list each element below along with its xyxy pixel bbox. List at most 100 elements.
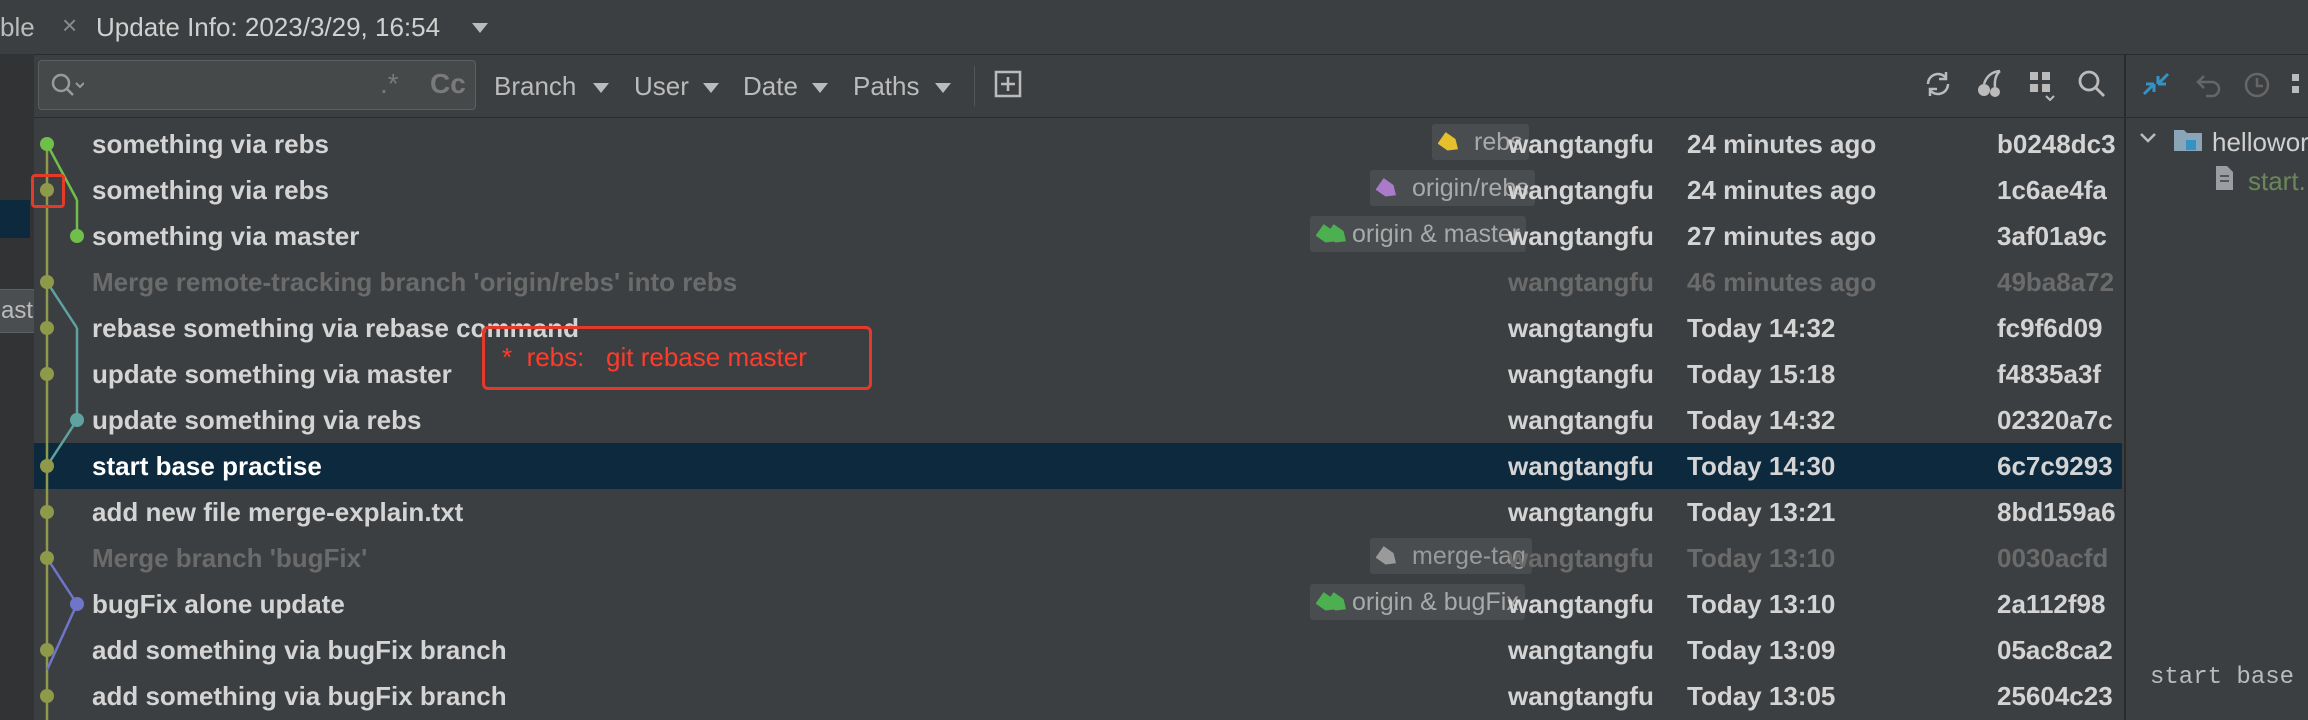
annotation-text: * rebs: git rebase master xyxy=(502,342,807,372)
tab-update-info[interactable]: Update Info: 2023/3/29, 16:54 xyxy=(96,12,440,43)
commit-message: Merge branch 'bugFix' xyxy=(92,543,368,573)
commit-date: Today 14:32 xyxy=(1687,313,1836,343)
cherry-pick-icon[interactable] xyxy=(1974,66,2006,102)
commit-row[interactable]: something via master origin & master wangt… xyxy=(34,213,2122,259)
commit-author: wangtangfu xyxy=(1508,543,1654,573)
tag-icon xyxy=(1438,132,1459,151)
commit-author: wangtangfu xyxy=(1508,451,1654,481)
commit-hash: 25604c23 xyxy=(1997,681,2113,711)
graph-node xyxy=(40,367,54,381)
commit-date: Today 13:10 xyxy=(1687,543,1836,573)
commit-date: 24 minutes ago xyxy=(1687,129,1877,159)
new-tab-icon[interactable] xyxy=(992,66,1024,102)
collapse-icon[interactable] xyxy=(2140,68,2172,102)
commit-row[interactable]: Merge branch 'bugFix' merge-tag wangtangfu… xyxy=(34,535,2122,581)
commit-row[interactable]: add new file merge-explain.txt wangtangfu… xyxy=(34,489,2122,535)
layout-options-icon[interactable] xyxy=(2026,66,2058,102)
graph-node xyxy=(70,413,84,427)
tree-root-label[interactable]: hellowor xyxy=(2212,127,2308,158)
commit-hash: fc9f6d09 xyxy=(1997,313,2103,343)
commit-row[interactable]: update something via rebs wangtangfu Today… xyxy=(34,397,2122,443)
commit-date: Today 13:21 xyxy=(1687,497,1836,527)
graph-node xyxy=(40,551,54,565)
history-icon[interactable] xyxy=(2242,70,2272,100)
regex-toggle-button[interactable]: .* xyxy=(380,68,399,100)
commit-date: 27 minutes ago xyxy=(1687,221,1877,251)
annotation-node-highlight xyxy=(31,174,65,208)
toolbar-divider xyxy=(974,66,975,106)
commit-message: add new file merge-explain.txt xyxy=(92,497,464,527)
grid-icon[interactable] xyxy=(2290,72,2308,100)
commit-hash: 02320a7c xyxy=(1997,405,2113,435)
commit-message: update something via master xyxy=(92,359,452,389)
commit-row[interactable]: bugFix alone update origin & bugFix wangta… xyxy=(34,581,2122,627)
commit-date: Today 14:32 xyxy=(1687,405,1836,435)
refresh-icon[interactable] xyxy=(1922,66,1954,102)
user-filter[interactable]: User xyxy=(634,71,689,102)
commit-date: 46 minutes ago xyxy=(1687,267,1877,297)
commit-date: Today 14:30 xyxy=(1687,451,1836,481)
commit-message: bugFix alone update xyxy=(92,589,345,619)
commit-row[interactable]: something via rebs origin/rebs wangtangfu 2… xyxy=(34,167,2122,213)
commit-author: wangtangfu xyxy=(1508,221,1654,251)
commit-author: wangtangfu xyxy=(1508,405,1654,435)
commit-hash: 49ba8a72 xyxy=(1997,267,2115,297)
search-log-icon[interactable] xyxy=(2076,66,2108,102)
graph-node xyxy=(40,505,54,519)
commit-date: Today 15:18 xyxy=(1687,359,1836,389)
commit-author: wangtangfu xyxy=(1508,359,1654,389)
commit-message: something via master xyxy=(92,221,360,251)
undo-icon[interactable] xyxy=(2192,70,2222,100)
graph-edge-bugfix xyxy=(45,603,79,671)
commit-author: wangtangfu xyxy=(1508,589,1654,619)
folder-icon xyxy=(2174,130,2202,151)
commit-row[interactable]: update something via master wangtangfu Tod… xyxy=(34,351,2122,397)
commit-author: wangtangfu xyxy=(1508,129,1654,159)
commit-hash: 1c6ae4fa xyxy=(1997,175,2107,205)
commit-message: something via rebs xyxy=(92,175,329,205)
graph-node xyxy=(40,321,54,335)
ref-name: origin & bugFix xyxy=(1352,588,1519,616)
commit-row[interactable]: start base practise wangtangfu Today 14:30… xyxy=(34,443,2122,489)
tag-icon xyxy=(1316,592,1347,611)
commit-hash: 05ac8ca2 xyxy=(1997,635,2113,665)
date-filter-label: Date xyxy=(743,71,798,101)
commit-hash: f4835a3f xyxy=(1997,359,2102,389)
commit-row[interactable]: add something via bugFix branch wangtangf… xyxy=(34,673,2122,719)
commit-row[interactable]: something via rebs rebs wangtangfu 24 minut… xyxy=(34,121,2122,167)
branch-filter[interactable]: Branch xyxy=(494,71,576,102)
commit-date: Today 13:05 xyxy=(1687,681,1836,711)
chevron-down-icon xyxy=(935,83,951,93)
ref-label: origin & master xyxy=(1310,216,1527,252)
match-case-toggle-button[interactable]: Cc xyxy=(430,68,466,100)
graph-node xyxy=(40,137,54,151)
graph-node xyxy=(70,597,84,611)
commit-row[interactable]: add something via bugFix branch wangtangf… xyxy=(34,627,2122,673)
commit-message: Merge remote-tracking branch 'origin/reb… xyxy=(92,267,738,297)
chevron-down-icon[interactable] xyxy=(472,23,488,33)
graph-node xyxy=(40,459,54,473)
commit-row[interactable]: Merge remote-tracking branch 'origin/reb… xyxy=(34,259,2122,305)
commit-hash: b0248dc3 xyxy=(1997,129,2116,159)
tree-file-label[interactable]: start. xyxy=(2248,166,2306,197)
commit-message: update something via rebs xyxy=(92,405,422,435)
ref-name: origin & master xyxy=(1352,220,1521,248)
commit-date: Today 13:10 xyxy=(1687,589,1836,619)
commit-hash: 2a112f98 xyxy=(1997,589,2106,619)
commit-hash: 8bd159a6 xyxy=(1997,497,2116,527)
paths-filter[interactable]: Paths xyxy=(853,71,920,102)
graph-edge-teal xyxy=(45,281,79,329)
branch-filter-label: Branch xyxy=(494,71,577,101)
tag-icon xyxy=(1376,546,1397,565)
commit-hash: 6c7c9293 xyxy=(1997,451,2113,481)
graph-node xyxy=(40,643,54,657)
chevron-down-icon xyxy=(593,83,609,93)
graph-node xyxy=(40,689,54,703)
commit-hash: 3af01a9c xyxy=(1997,221,2107,251)
commit-hash: 0030acfd xyxy=(1997,543,2109,573)
commit-row[interactable]: rebase something via rebase command wangt… xyxy=(34,305,2122,351)
graph-edge-bugfix xyxy=(45,557,79,605)
chevron-down-icon[interactable] xyxy=(2138,128,2158,148)
date-filter[interactable]: Date xyxy=(743,71,798,102)
tag-icon xyxy=(1316,224,1347,243)
